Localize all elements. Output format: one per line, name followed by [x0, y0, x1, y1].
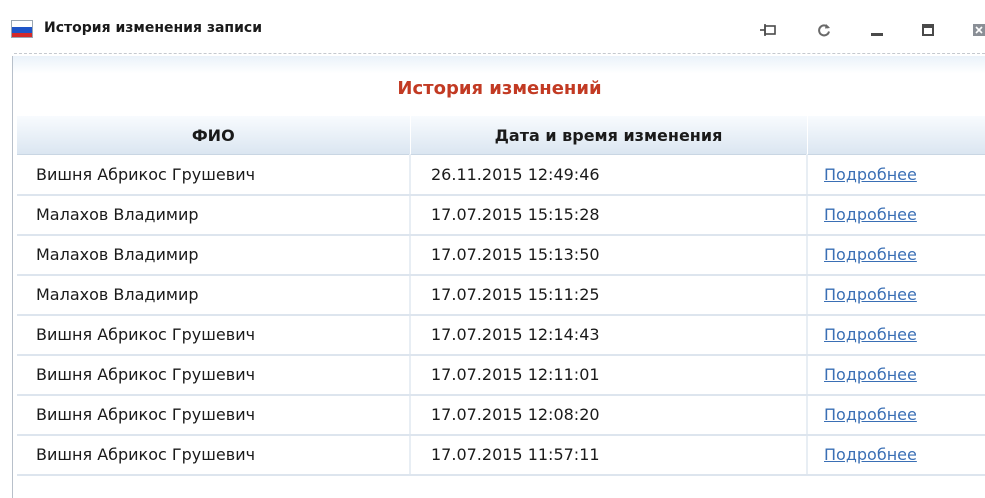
cell-datetime: 17.07.2015 15:13:50 — [410, 234, 808, 276]
cell-datetime: 17.07.2015 15:11:25 — [410, 274, 808, 316]
details-link[interactable]: Подробнее — [824, 365, 917, 384]
column-header-datetime[interactable]: Дата и время изменения — [410, 116, 808, 155]
title-bar: История изменения записи — [0, 0, 985, 52]
cell-details: Подробнее — [807, 394, 985, 436]
cell-datetime: 17.07.2015 12:14:43 — [410, 314, 808, 356]
cell-fio: Вишня Абрикос Грушевич — [17, 394, 411, 436]
history-window: История изменения записи История изменен… — [0, 0, 985, 498]
cell-details: Подробнее — [807, 354, 985, 396]
table-row: Вишня Абрикос Грушевич 17.07.2015 12:08:… — [17, 394, 985, 436]
cell-details: Подробнее — [807, 194, 985, 236]
table-row: Малахов Владимир 17.07.2015 15:11:25 Под… — [17, 274, 985, 316]
maximize-button[interactable] — [917, 19, 939, 41]
cell-details: Подробнее — [807, 274, 985, 316]
table-row: Малахов Владимир 17.07.2015 15:15:28 Под… — [17, 194, 985, 236]
details-link[interactable]: Подробнее — [824, 405, 917, 424]
column-header-actions — [807, 116, 985, 155]
cell-datetime: 17.07.2015 15:15:28 — [410, 194, 808, 236]
cell-datetime: 17.07.2015 12:11:01 — [410, 354, 808, 396]
app-flag-icon — [11, 20, 33, 38]
refresh-icon — [818, 24, 830, 37]
heading-row: История изменений — [13, 64, 985, 112]
cell-details: Подробнее — [807, 234, 985, 276]
cell-fio: Вишня Абрикос Грушевич — [17, 154, 411, 196]
refresh-button[interactable] — [813, 19, 835, 41]
cell-fio: Малахов Владимир — [17, 194, 411, 236]
cell-fio: Малахов Владимир — [17, 234, 411, 276]
table-row: Вишня Абрикос Грушевич 17.07.2015 11:57:… — [17, 434, 985, 476]
minimize-icon — [871, 33, 883, 36]
details-link[interactable]: Подробнее — [824, 445, 917, 464]
cell-fio: Малахов Владимир — [17, 274, 411, 316]
history-table: ФИО Дата и время изменения Вишня Абрикос… — [17, 116, 985, 476]
details-link[interactable]: Подробнее — [824, 205, 917, 224]
close-icon — [973, 24, 985, 36]
minimize-button[interactable] — [866, 19, 888, 41]
cell-datetime: 26.11.2015 12:49:46 — [410, 154, 808, 196]
cell-details: Подробнее — [807, 154, 985, 196]
table-row: Вишня Абрикос Грушевич 17.07.2015 12:11:… — [17, 354, 985, 396]
table-header-row: ФИО Дата и время изменения — [17, 116, 985, 155]
pin-button[interactable] — [757, 19, 779, 41]
details-link[interactable]: Подробнее — [824, 165, 917, 184]
table-row: Вишня Абрикос Грушевич 26.11.2015 12:49:… — [17, 154, 985, 196]
close-button[interactable] — [968, 19, 985, 41]
details-link[interactable]: Подробнее — [824, 245, 917, 264]
cell-details: Подробнее — [807, 434, 985, 476]
cell-fio: Вишня Абрикос Грушевич — [17, 434, 411, 476]
table-row: Вишня Абрикос Грушевич 17.07.2015 12:14:… — [17, 314, 985, 356]
table-row: Малахов Владимир 17.07.2015 15:13:50 Под… — [17, 234, 985, 276]
cell-datetime: 17.07.2015 11:57:11 — [410, 434, 808, 476]
history-panel: История изменений ФИО Дата и время измен… — [12, 56, 985, 498]
cell-datetime: 17.07.2015 12:08:20 — [410, 394, 808, 436]
window-title: История изменения записи — [44, 20, 263, 36]
details-link[interactable]: Подробнее — [824, 325, 917, 344]
page-title: История изменений — [397, 77, 602, 99]
details-link[interactable]: Подробнее — [824, 285, 917, 304]
maximize-icon — [922, 24, 934, 36]
cell-fio: Вишня Абрикос Грушевич — [17, 314, 411, 356]
cell-fio: Вишня Абрикос Грушевич — [17, 354, 411, 396]
cell-details: Подробнее — [807, 314, 985, 356]
pin-icon — [760, 24, 776, 36]
column-header-fio[interactable]: ФИО — [17, 116, 411, 155]
